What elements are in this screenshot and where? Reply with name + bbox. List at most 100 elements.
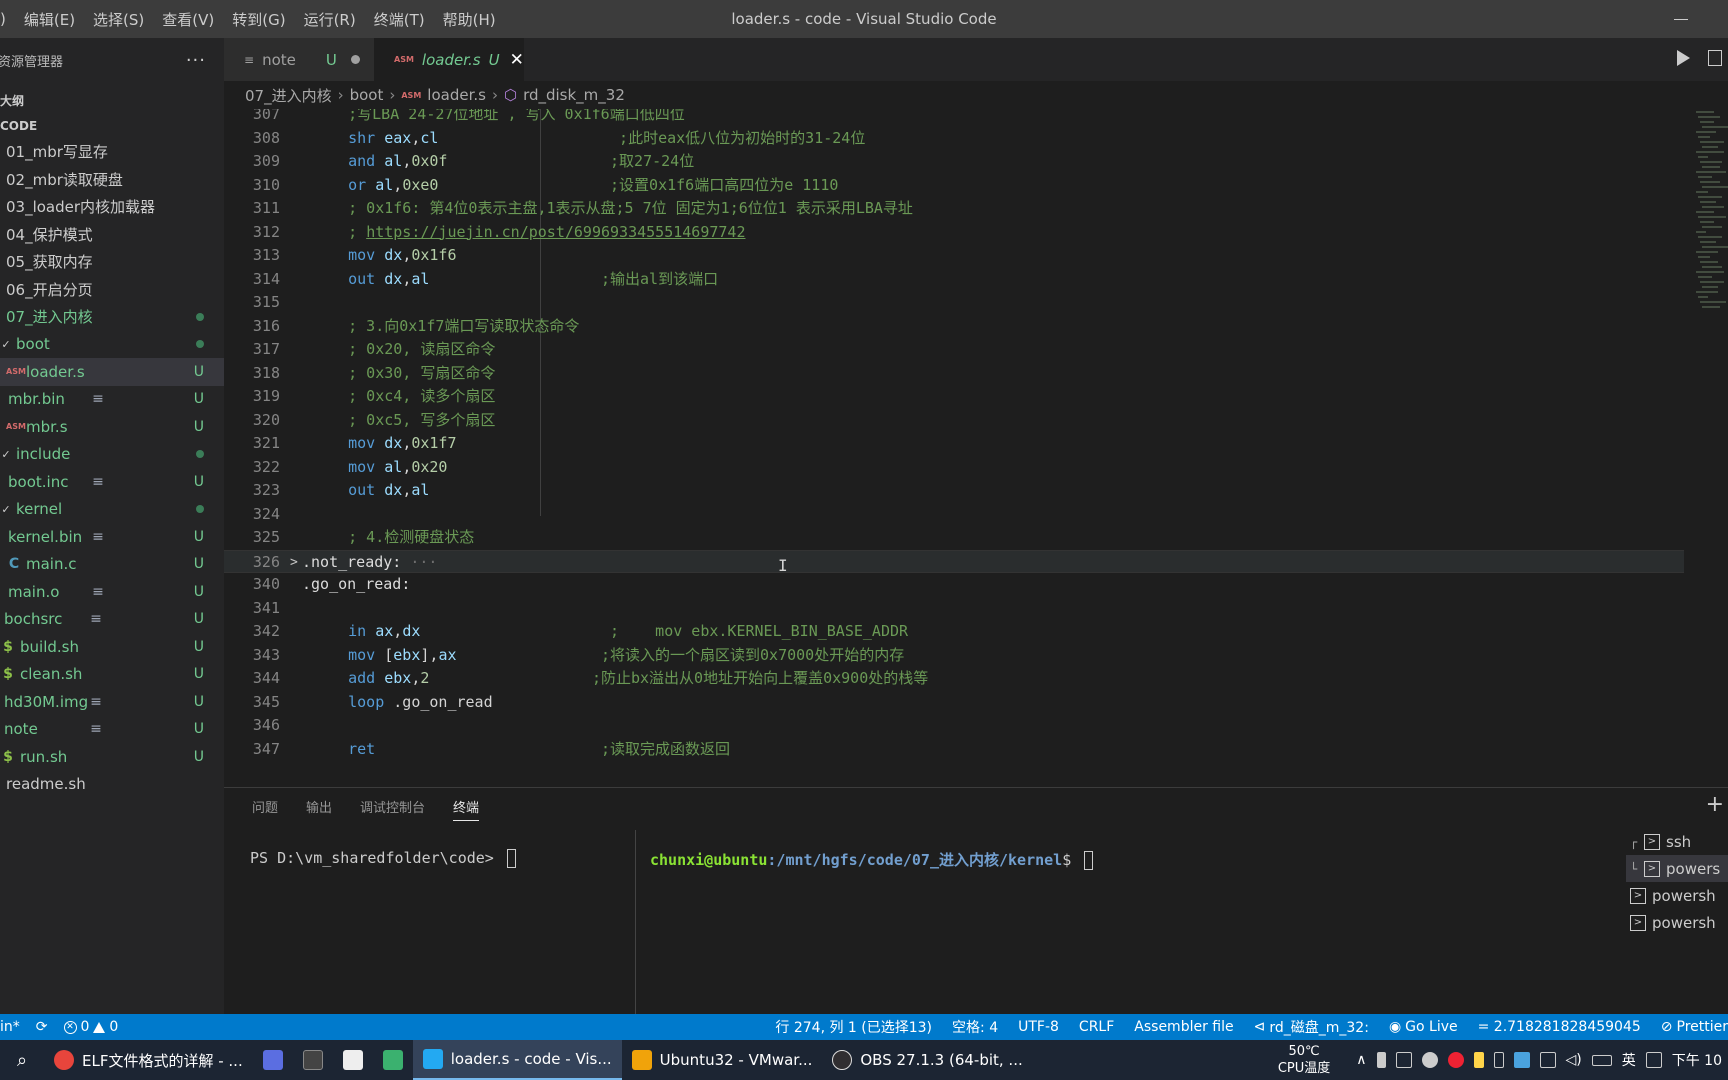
code-line[interactable]: 314 out dx,al ;输出al到该端口	[224, 268, 1684, 292]
code-line[interactable]: 347 ret ;读取完成函数返回	[224, 738, 1684, 762]
code-line[interactable]: 341	[224, 597, 1684, 621]
code-line[interactable]: 309 and al,0x0f ;取27-24位	[224, 150, 1684, 174]
taskbar-vmware[interactable]: Ubuntu32 - VMwar...	[622, 1040, 823, 1080]
file-tree-item[interactable]: ASM mbr.s U	[0, 413, 224, 441]
taskbar-app-green[interactable]	[373, 1040, 413, 1080]
minimize-button[interactable]	[1670, 8, 1692, 30]
usb-icon[interactable]	[1473, 1052, 1484, 1068]
code-line[interactable]: 342 in ax,dx ; mov ebx.KERNEL_BIN_BASE_A…	[224, 620, 1684, 644]
terminal-powershell[interactable]: PS D:\vm_sharedfolder\code>	[250, 849, 516, 868]
tab-output[interactable]: 输出	[306, 797, 332, 816]
code-line[interactable]: 340 .go_on_read:	[224, 573, 1684, 597]
file-tree-item[interactable]: ≡ kernel.bin U	[0, 523, 224, 551]
sync-icon[interactable]: ⟳	[36, 1019, 48, 1035]
terminal-item[interactable]: └ > powers	[1626, 855, 1728, 882]
device-icon[interactable]	[1493, 1052, 1504, 1068]
code-line[interactable]: 344 add ebx,2 ;防止bx溢出从0地址开始向上覆盖0x900处的栈等	[224, 667, 1684, 691]
search-icon[interactable]: ⌕	[0, 1040, 44, 1080]
file-tree-item[interactable]: ≡ note U	[0, 716, 224, 744]
tab-terminal[interactable]: 终端	[453, 797, 480, 821]
code-line[interactable]: 312 ; https://juejin.cn/post/69969334555…	[224, 221, 1684, 245]
file-tree-item[interactable]: $ build.sh U	[0, 633, 224, 661]
menu-run[interactable]: 运行(R)	[295, 9, 365, 30]
branch-status[interactable]: in*	[0, 1019, 20, 1035]
code-line[interactable]: 346	[224, 714, 1684, 738]
network-icon[interactable]	[1395, 1052, 1412, 1068]
problems-status[interactable]: ✕ 0 0	[63, 1019, 118, 1035]
encoding[interactable]: UTF-8	[1018, 1019, 1059, 1035]
code-line[interactable]: 321 mov dx,0x1f7	[224, 432, 1684, 456]
close-tab-icon[interactable]: ✕	[510, 50, 524, 70]
file-tree-item[interactable]: readme.sh	[0, 771, 224, 799]
taskbar-obs[interactable]: OBS 27.1.3 (64-bit, ...	[822, 1040, 1032, 1080]
code-line[interactable]: 315	[224, 291, 1684, 315]
wifi-icon[interactable]	[1539, 1052, 1556, 1068]
code-line[interactable]: 318 ; 0x30, 写扇区命令	[224, 362, 1684, 386]
code-line[interactable]: 345 loop .go_on_read	[224, 691, 1684, 715]
taskbar-typora[interactable]	[333, 1040, 373, 1080]
indentation[interactable]: 空格: 4	[952, 1017, 998, 1037]
menu-file[interactable]: )	[0, 10, 15, 28]
code-line[interactable]: 323 out dx,al	[224, 479, 1684, 503]
file-tree-item[interactable]: 04_保护模式	[0, 221, 224, 249]
prettier-status[interactable]: ⊘ Prettier	[1661, 1019, 1728, 1035]
code-token[interactable]: https://juejin.cn/post/69969334555146977…	[366, 223, 745, 241]
fold-chevron-icon[interactable]: >	[290, 551, 298, 575]
file-tree-item[interactable]: ✓ kernel	[0, 496, 224, 524]
taskbar-app-misc[interactable]	[253, 1040, 293, 1080]
menu-selection[interactable]: 选择(S)	[84, 9, 153, 30]
run-icon[interactable]	[1677, 50, 1690, 66]
menu-view[interactable]: 查看(V)	[153, 9, 223, 30]
clock[interactable]: 下午 10	[1672, 1050, 1722, 1070]
terminal-item[interactable]: > powersh	[1626, 909, 1728, 936]
code-editor[interactable]: 307 ;写LBA 24-27位地址 , 写入 0x1f6端口低四位 308 sh…	[224, 109, 1704, 787]
keyboard-icon[interactable]	[1645, 1052, 1662, 1068]
taskbar-chrome[interactable]: ELF文件格式的详解 - ...	[44, 1040, 253, 1080]
code-line[interactable]: 310 or al,0xe0 ;设置0x1f6端口高四位为e 1110	[224, 174, 1684, 198]
file-tree-item[interactable]: 07_进入内核	[0, 303, 224, 331]
tab-problems[interactable]: 问题	[252, 797, 278, 816]
file-tree-item[interactable]: $ clean.sh U	[0, 661, 224, 689]
code-line[interactable]: 308 shr eax,cl ;此时eax低八位为初始时的31-24位	[224, 127, 1684, 151]
file-tree-item[interactable]: 01_mbr写显存	[0, 138, 224, 166]
code-line[interactable]: 325 ; 4.检测硬盘状态	[224, 526, 1684, 550]
code-line[interactable]: 322 mov al,0x20	[224, 456, 1684, 480]
file-tree-item[interactable]: $ run.sh U	[0, 743, 224, 771]
file-tree-item[interactable]: ≡ bochsrc U	[0, 606, 224, 634]
file-tree-item[interactable]: ≡ hd30M.img U	[0, 688, 224, 716]
tab-loader-s[interactable]: ASM loader.s U ✕	[374, 38, 524, 81]
taskbar-vscode[interactable]: loader.s - code - Vis...	[412, 1040, 622, 1080]
menu-terminal[interactable]: 终端(T)	[365, 9, 434, 30]
tab-debug-console[interactable]: 调试控制台	[360, 797, 425, 816]
code-line[interactable]: 317 ; 0x20, 读扇区命令	[224, 338, 1684, 362]
project-section-title[interactable]: CODE	[0, 114, 224, 138]
code-line[interactable]: 326 > .not_ready: ···	[224, 549, 1684, 575]
file-tree-item[interactable]: 06_开启分页	[0, 276, 224, 304]
taskbar-terminal[interactable]	[293, 1040, 333, 1080]
language-mode[interactable]: Assembler file	[1134, 1019, 1233, 1035]
breadcrumb-file[interactable]: loader.s	[427, 86, 486, 104]
file-tree-item[interactable]: ASM loader.s U	[0, 358, 224, 386]
netease-icon[interactable]	[1447, 1052, 1464, 1068]
calc-value[interactable]: = 2.718281828459045	[1478, 1019, 1641, 1035]
line-ending[interactable]: CRLF	[1079, 1019, 1114, 1035]
new-terminal-icon[interactable]: +	[1706, 792, 1724, 817]
tab-note[interactable]: ≡ note U	[224, 38, 374, 81]
symbol-status[interactable]: ⊲ rd_磁盘_m_32:	[1254, 1017, 1369, 1037]
file-tree-item[interactable]: ≡ mbr.bin U	[0, 386, 224, 414]
breadcrumb-folder[interactable]: boot	[350, 86, 384, 104]
folder-tray-icon[interactable]	[1513, 1052, 1530, 1068]
chevron-up-icon[interactable]: ∧	[1356, 1052, 1366, 1068]
menu-help[interactable]: 帮助(H)	[434, 9, 505, 30]
menu-edit[interactable]: 编辑(E)	[15, 9, 84, 30]
breadcrumb-folder[interactable]: 07_进入内核	[245, 85, 332, 106]
file-tree-item[interactable]: ✓ include	[0, 441, 224, 469]
go-live-button[interactable]: ◉ Go Live	[1389, 1019, 1458, 1035]
volume-icon[interactable]: ◁)	[1566, 1052, 1582, 1068]
code-line[interactable]: 307 ;写LBA 24-27位地址 , 写入 0x1f6端口低四位	[224, 109, 1684, 127]
file-tree-item[interactable]: 03_loader内核加载器	[0, 193, 224, 221]
code-line[interactable]: 313 mov dx,0x1f6	[224, 244, 1684, 268]
terminal-item[interactable]: ┌ > ssh	[1626, 828, 1728, 855]
terminal-item[interactable]: > powersh	[1626, 882, 1728, 909]
split-editor-icon[interactable]	[1708, 50, 1722, 66]
